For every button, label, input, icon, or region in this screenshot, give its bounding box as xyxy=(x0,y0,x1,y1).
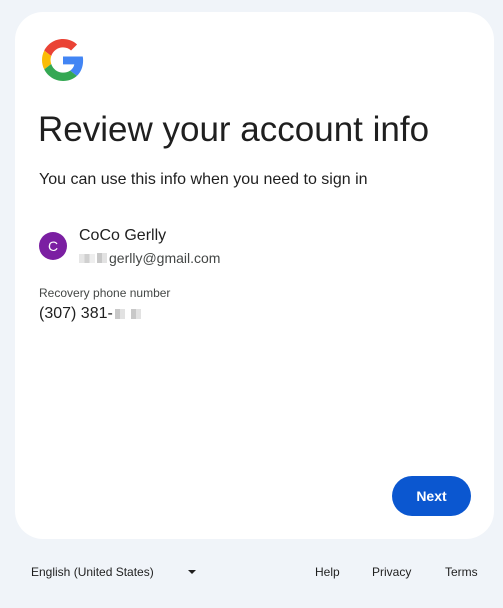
terms-link[interactable]: Terms xyxy=(445,560,478,584)
redacted-text xyxy=(130,309,141,319)
avatar: C xyxy=(39,232,67,260)
redacted-text xyxy=(114,309,125,319)
next-button[interactable]: Next xyxy=(392,476,471,516)
signin-card: Review your account info You can use thi… xyxy=(15,12,494,539)
privacy-link[interactable]: Privacy xyxy=(372,560,411,584)
help-link[interactable]: Help xyxy=(315,560,340,584)
recovery-phone-label: Recovery phone number xyxy=(39,286,171,300)
footer: English (United States) Help Privacy Ter… xyxy=(0,560,503,584)
redacted-text xyxy=(97,253,107,263)
account-name: CoCo Gerlly xyxy=(79,227,167,244)
redacted-text xyxy=(79,253,95,263)
page-title: Review your account info xyxy=(38,110,430,149)
recovery-phone: (307) 381- xyxy=(39,303,143,325)
language-label: English (United States) xyxy=(31,565,154,579)
language-select[interactable]: English (United States) xyxy=(31,560,154,584)
account-email: gerlly@gmail.com xyxy=(79,249,220,267)
recovery-phone-text: (307) 381- xyxy=(39,305,113,322)
account-email-text: gerlly@gmail.com xyxy=(109,250,221,266)
google-logo-icon xyxy=(42,39,84,81)
dropdown-caret-icon[interactable] xyxy=(188,570,196,574)
page-subtitle: You can use this info when you need to s… xyxy=(39,171,368,188)
